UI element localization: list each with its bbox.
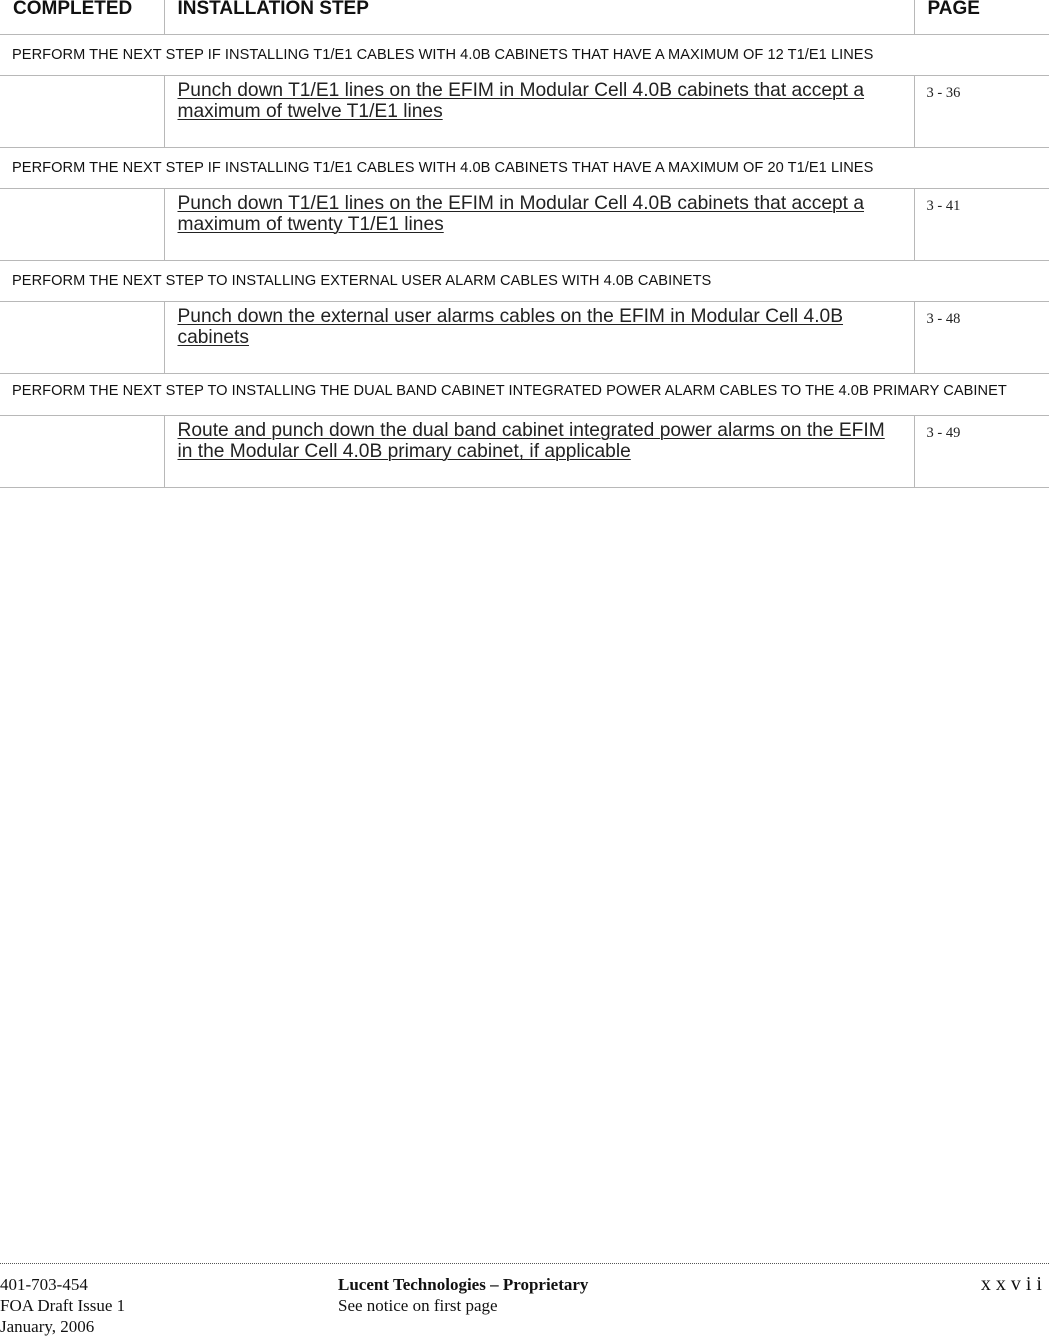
company-notice: Lucent Technologies – Proprietary — [338, 1275, 589, 1294]
doc-date: January, 2006 — [0, 1317, 95, 1336]
condition-text: PERFORM THE NEXT STEP TO INSTALLING THE … — [0, 373, 1049, 416]
footer-divider — [0, 1263, 1049, 1264]
condition-text: PERFORM THE NEXT STEP IF INSTALLING T1/E… — [0, 147, 1049, 189]
step-link[interactable]: Route and punch down the dual band cabin… — [178, 420, 885, 462]
header-installation-step: INSTALLATION STEP — [163, 0, 914, 35]
step-link[interactable]: Punch down T1/E1 lines on the EFIM in Mo… — [178, 193, 865, 235]
condition-row: PERFORM THE NEXT STEP IF INSTALLING T1/E… — [0, 147, 1049, 189]
doc-number: 401-703-454 — [0, 1275, 88, 1294]
page-number: 3 - 41 — [913, 188, 1049, 261]
condition-row: PERFORM THE NEXT STEP IF INSTALLING T1/E… — [0, 34, 1049, 76]
completed-checkbox-cell[interactable] — [0, 301, 164, 374]
header-completed: COMPLETED — [0, 0, 164, 35]
condition-row: PERFORM THE NEXT STEP TO INSTALLING THE … — [0, 373, 1049, 416]
step-row: Punch down T1/E1 lines on the EFIM in Mo… — [0, 75, 1049, 148]
installation-checklist-table: COMPLETED INSTALLATION STEP PAGE PERFORM… — [0, 0, 1049, 488]
completed-checkbox-cell[interactable] — [0, 75, 164, 148]
step-row: Punch down the external user alarms cabl… — [0, 301, 1049, 374]
completed-checkbox-cell[interactable] — [0, 188, 164, 261]
footer-proprietary: Lucent Technologies – Proprietary See no… — [338, 1274, 588, 1316]
condition-text: PERFORM THE NEXT STEP IF INSTALLING T1/E… — [0, 34, 1049, 76]
page-number-roman: xxvii — [980, 1273, 1047, 1295]
header-page: PAGE — [913, 0, 1049, 35]
condition-row: PERFORM THE NEXT STEP TO INSTALLING EXTE… — [0, 260, 1049, 302]
condition-text: PERFORM THE NEXT STEP TO INSTALLING EXTE… — [0, 260, 1049, 302]
step-row: Route and punch down the dual band cabin… — [0, 415, 1049, 488]
footer-doc-info: 401-703-454 FOA Draft Issue 1 January, 2… — [0, 1274, 125, 1337]
step-cell: Punch down T1/E1 lines on the EFIM in Mo… — [163, 75, 914, 148]
step-cell: Punch down the external user alarms cabl… — [163, 301, 914, 374]
page-number: 3 - 48 — [913, 301, 1049, 374]
step-cell: Punch down T1/E1 lines on the EFIM in Mo… — [163, 188, 914, 261]
page-number: 3 - 49 — [913, 415, 1049, 488]
notice-reference: See notice on first page — [338, 1296, 498, 1315]
completed-checkbox-cell[interactable] — [0, 415, 164, 488]
step-cell: Route and punch down the dual band cabin… — [163, 415, 914, 488]
step-row: Punch down T1/E1 lines on the EFIM in Mo… — [0, 188, 1049, 261]
page-number: 3 - 36 — [913, 75, 1049, 148]
step-link[interactable]: Punch down the external user alarms cabl… — [178, 306, 844, 348]
step-link[interactable]: Punch down T1/E1 lines on the EFIM in Mo… — [178, 80, 865, 122]
doc-issue: FOA Draft Issue 1 — [0, 1296, 126, 1315]
table-header-row: COMPLETED INSTALLATION STEP PAGE — [0, 0, 1049, 35]
